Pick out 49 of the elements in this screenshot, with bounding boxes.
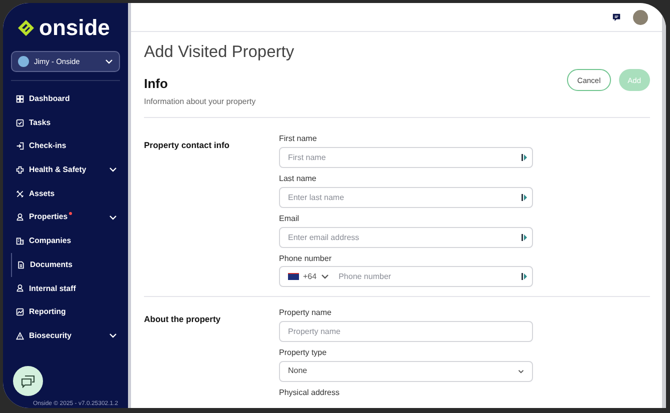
message-icon[interactable] [612,12,621,22]
chart-icon [16,308,24,316]
grid-icon [16,94,24,103]
field-label: Email [279,214,300,224]
field-label: Phone number [279,254,332,264]
logo-icon [17,19,35,37]
flag-icon [288,273,299,280]
tools-icon [16,190,24,198]
page-title: Add Visited Property [144,43,296,62]
group-title: Property contact info [144,139,230,152]
field-label: Property type [279,349,328,358]
checkbox-icon [16,118,24,127]
section-title: Info [144,77,169,90]
text-field[interactable]: Enter email address [279,226,533,248]
group-title: About the property [144,313,222,326]
phone-input[interactable]: Phone number [338,270,521,283]
account-avatar [18,56,29,67]
field-label: Property name [279,309,332,318]
country-code[interactable]: +64 [303,270,317,283]
field-label: Last name [279,174,318,184]
phone-field[interactable]: +64 Phone number [279,266,533,288]
autofill-icon[interactable] [521,192,528,202]
chevron-down-icon [109,333,117,338]
text-field[interactable]: Enter last name [279,186,533,208]
chevron-down-icon [518,368,524,374]
section-subtitle: Information about your property [144,96,256,108]
chat-button[interactable] [13,366,43,396]
person-icon [16,213,24,222]
chevron-down-icon [320,274,329,280]
warning-icon [16,332,24,340]
field-label: Physical address [279,388,340,398]
select-field[interactable]: None [279,360,533,382]
text-field[interactable]: Property name [279,321,533,342]
autofill-icon[interactable] [521,272,528,282]
cross-icon [16,166,24,174]
login-icon [16,142,24,150]
autofill-icon[interactable] [521,152,528,162]
document-icon [17,260,25,269]
chevron-down-icon [109,167,117,172]
person-icon [16,284,24,292]
building-icon [16,236,24,245]
text-field[interactable]: First name [279,146,533,168]
chat-icon [21,374,35,388]
field-label: First name [279,135,318,144]
user-avatar[interactable] [633,10,648,24]
logo-text: onside [39,17,110,39]
chevron-down-icon [109,214,117,220]
chevron-down-icon [105,59,113,64]
autofill-icon[interactable] [521,232,528,242]
